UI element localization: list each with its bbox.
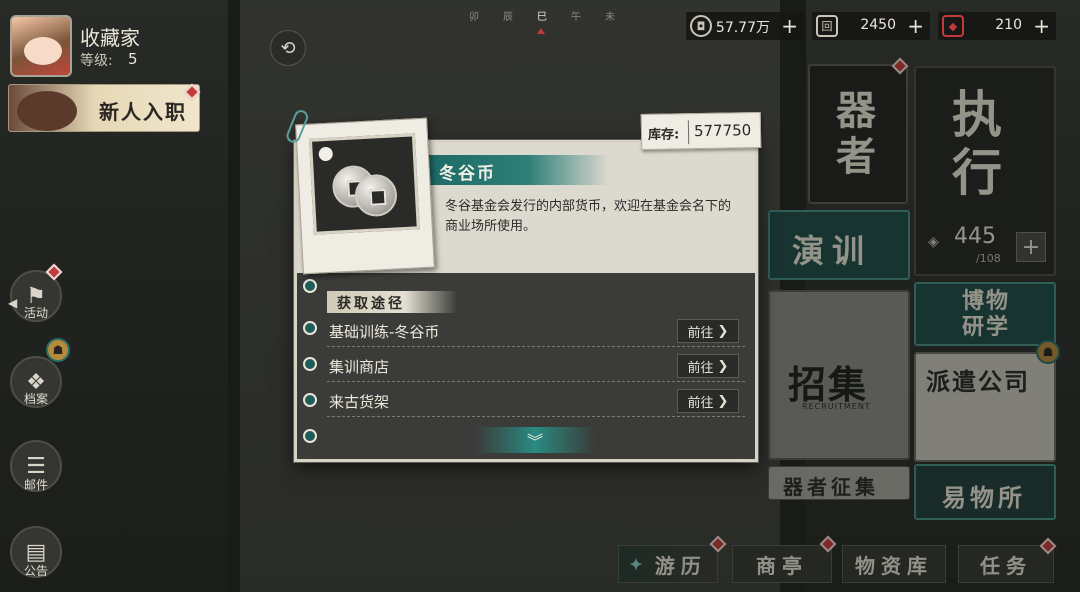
source-row: 集训商店 前往 ❯ [327, 350, 745, 382]
sources-title: 获取途径 [337, 296, 405, 312]
go-button[interactable]: 前往 ❯ [677, 354, 739, 378]
binder-hole [303, 321, 317, 335]
add-ticket-button[interactable]: + [907, 14, 924, 38]
source-row: 来古货架 前往 ❯ [327, 385, 745, 417]
resource-gem: ◆ 210 + [938, 12, 1056, 40]
player-name: 收藏家 [80, 26, 140, 50]
notice-label: 公告 [23, 564, 48, 578]
level-label: 等级: [80, 53, 113, 69]
item-name-bar: 冬谷币 [429, 155, 609, 185]
binder-hole [303, 429, 317, 443]
time-marker-icon [537, 28, 545, 34]
resource-ticket: 回 2450 + [812, 12, 930, 40]
add-coin-button[interactable]: + [781, 14, 798, 38]
go-button-label: 前往 [687, 395, 714, 411]
ticket-icon: 回 [816, 15, 838, 37]
time-hour: 未 [605, 12, 615, 23]
go-button[interactable]: 前往 ❯ [677, 319, 739, 343]
chevron-right-icon: ❯ [717, 393, 729, 409]
source-name: 集训商店 [329, 358, 390, 376]
inventory-value: 577750 [693, 121, 752, 141]
chevron-right-icon: ❯ [717, 358, 729, 374]
go-button[interactable]: 前往 ❯ [677, 389, 739, 413]
resource-ticket-value: 2450 [860, 17, 896, 33]
event-banner[interactable]: 新人入职 [8, 84, 200, 132]
inventory-label: 库存: [647, 127, 680, 143]
notice-icon: ▤ [25, 539, 47, 565]
currency-mark-icon [316, 144, 336, 164]
mail-icon: ☰ [26, 453, 46, 479]
item-icon-frame [308, 133, 420, 235]
go-button-label: 前往 [687, 360, 714, 376]
player-profile[interactable]: 收藏家 等级: 5 [0, 10, 230, 77]
event-banner-character [17, 91, 77, 131]
time-hour: 午 [571, 12, 581, 23]
refresh-icon: ⟲ [280, 37, 296, 59]
time-strip: 卯 辰 巳 午 未 [465, 4, 625, 40]
inventory-divider [687, 120, 690, 145]
go-button-label: 前往 [687, 325, 714, 341]
chevron-right-icon: ❯ [717, 323, 729, 339]
source-name: 来古货架 [329, 393, 390, 411]
time-hour: 卯 [469, 12, 479, 23]
gem-icon: ◆ [942, 15, 964, 37]
resource-gem-value: 210 [995, 17, 1022, 33]
source-row: 基础训练-冬谷币 前往 ❯ [327, 315, 745, 347]
resource-coin: ◘ 57.77万 + [686, 12, 804, 40]
archive-badge-icon: ☗ [46, 338, 70, 362]
time-hour-current: 巳 [537, 12, 547, 23]
binder-hole [303, 357, 317, 371]
item-detail-modal: 冬谷币 冬谷基金会发行的内部货币，欢迎在基金会名下的商业场所使用。 库存: 57… [284, 108, 762, 462]
sources-header: 获取途径 [327, 291, 457, 313]
level-value: 5 [128, 50, 138, 68]
collapse-arrow-icon[interactable]: ◀ [8, 296, 17, 310]
activity-label: 活动 [23, 306, 48, 320]
time-hour: 辰 [503, 12, 513, 23]
binder-hole [303, 279, 317, 293]
coin-icon: ◘ [690, 15, 712, 37]
item-description: 冬谷基金会发行的内部货币，欢迎在基金会名下的商业场所使用。 [445, 199, 732, 234]
inventory-tag: 库存: 577750 [640, 111, 762, 151]
mail-label: 邮件 [23, 478, 48, 492]
chevron-double-down-icon: ︾ [526, 432, 543, 451]
item-photo [284, 108, 435, 275]
show-more-button[interactable]: ︾ [475, 427, 595, 453]
resource-coin-value: 57.77万 [715, 20, 770, 36]
archive-label: 档案 [23, 392, 48, 406]
coin-icon [353, 173, 399, 218]
avatar[interactable] [10, 15, 72, 77]
source-name: 基础训练-冬谷币 [329, 323, 440, 341]
event-banner-text: 新人入职 [99, 100, 187, 124]
item-name: 冬谷币 [439, 164, 496, 184]
add-gem-button[interactable]: + [1033, 14, 1050, 38]
sync-button[interactable]: ⟲ [270, 30, 306, 66]
binder-hole [303, 393, 317, 407]
